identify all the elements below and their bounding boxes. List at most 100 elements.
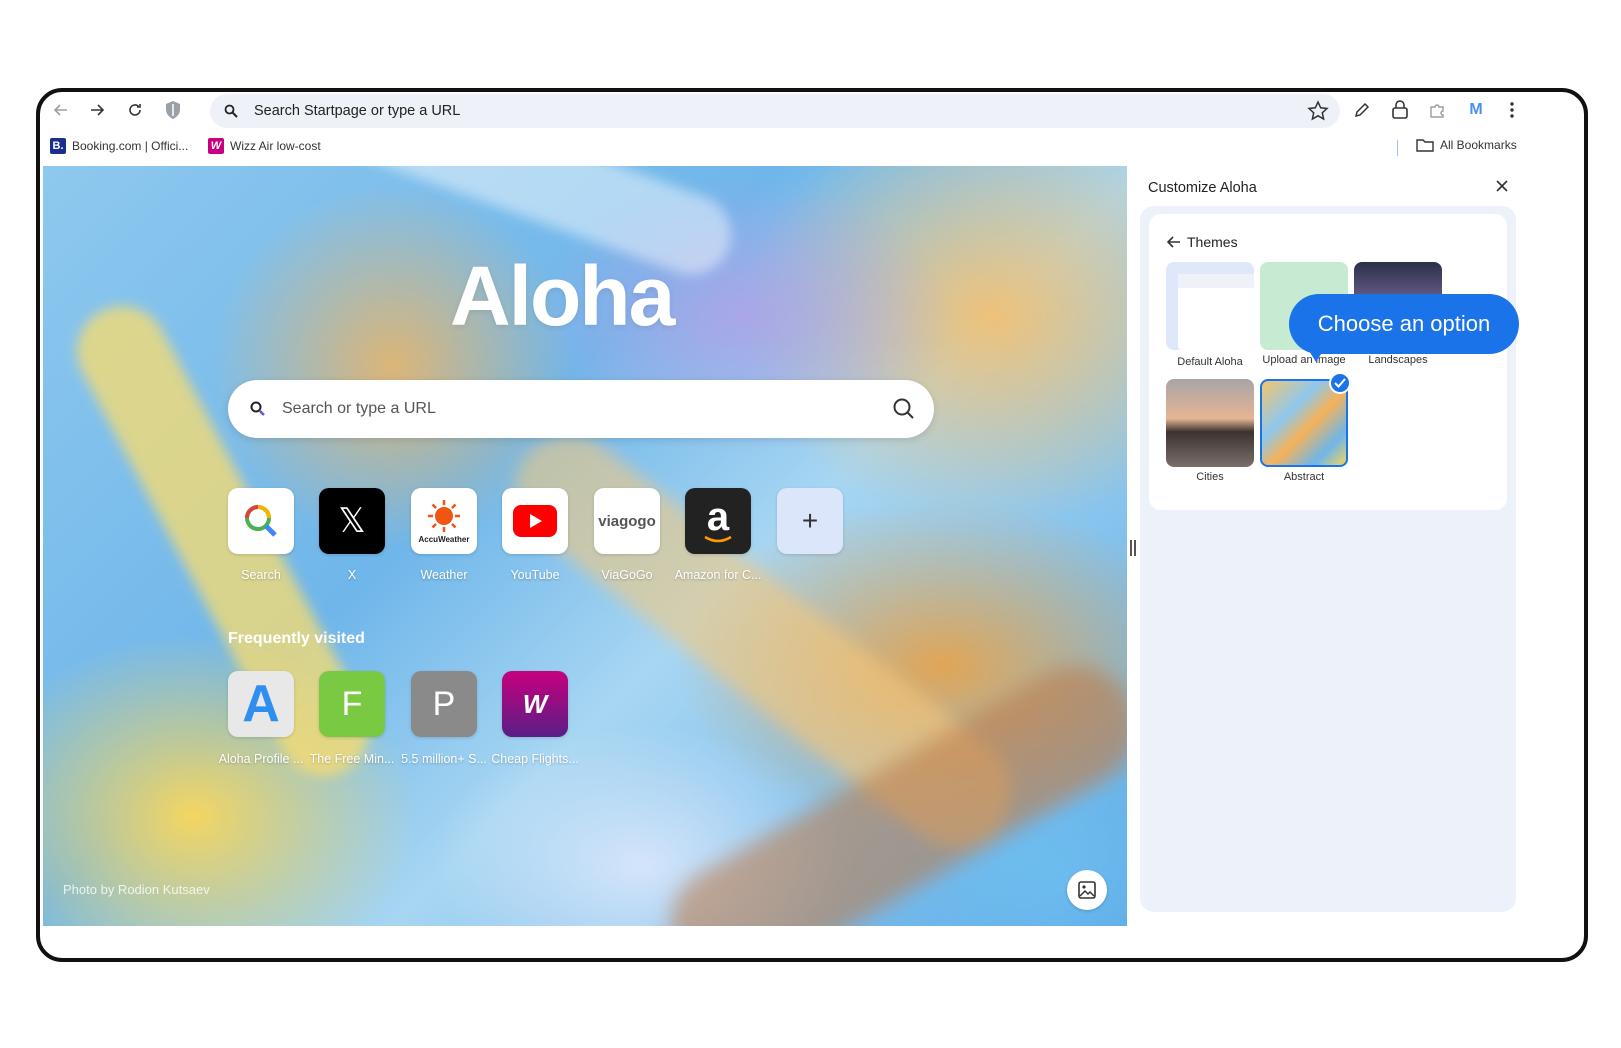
amazon-smile-icon (704, 535, 732, 543)
bookmarks-bar: B. Booking.com | Offici... W Wizz Air lo… (40, 132, 1584, 162)
shortcut-label: Weather (420, 568, 468, 582)
all-bookmarks-label: All Bookmarks (1440, 138, 1517, 152)
letter-f-icon: F (341, 684, 363, 723)
search-magnifier-icon (245, 505, 277, 537)
menu-button[interactable] (1498, 96, 1526, 124)
shortcut-label: ViaGoGo (601, 568, 653, 582)
arrow-left-icon (1167, 236, 1180, 248)
photo-credit[interactable]: Photo by Rodion Kutsaev (63, 882, 210, 897)
pencil-icon (1354, 102, 1370, 118)
frequent-label: Aloha Profile ... (218, 752, 304, 766)
toolbar: Search Startpage or type a URL M (40, 92, 1584, 130)
tooltip-pointer (1306, 346, 1326, 362)
bookmark-label: Wizz Air low-cost (230, 139, 321, 153)
themes-card: Themes Default Aloha Upload an image Lan… (1149, 214, 1507, 510)
shortcut-label: X (347, 568, 357, 582)
image-icon (1078, 881, 1096, 899)
search-icon[interactable] (892, 397, 916, 421)
close-icon (1496, 180, 1508, 192)
ntp-search-box[interactable]: Search or type a URL (228, 380, 934, 438)
theme-label: Upload an image (1262, 354, 1346, 366)
shortcut-label: YouTube (510, 568, 560, 582)
bookmark-wizz-air[interactable]: W Wizz Air low-cost (208, 138, 321, 154)
star-icon (1307, 100, 1329, 121)
aloha-logo: Aloha (450, 249, 675, 343)
back-button[interactable] (46, 95, 76, 125)
reload-icon (129, 104, 141, 116)
shortcut-weather[interactable]: AccuWeather (411, 488, 477, 554)
puzzle-icon (1430, 104, 1444, 118)
accuweather-icon: AccuWeather (418, 534, 470, 544)
customize-side-panel: Customize Aloha Themes Default Aloha Upl… (1140, 166, 1552, 926)
lock-button[interactable] (1386, 96, 1414, 124)
booking-favicon-icon: B. (50, 138, 66, 154)
profile-avatar: M (1469, 101, 1483, 118)
frequently-visited-title: Frequently visited (228, 630, 365, 647)
close-side-panel-button[interactable] (1490, 174, 1514, 198)
themes-section-title: Themes (1187, 234, 1238, 250)
letter-p-icon: P (432, 684, 456, 723)
checkmark-icon (1334, 378, 1346, 388)
startpage-search-icon (248, 399, 268, 419)
theme-label: Cities (1196, 471, 1224, 483)
startpage-search-icon (222, 102, 240, 120)
theme-selected-check (1329, 372, 1351, 394)
shortcut-youtube[interactable] (502, 488, 568, 554)
new-tab-page: Aloha Search or type a URL Search 𝕏 X Ac… (43, 166, 1127, 926)
theme-label: Abstract (1283, 471, 1325, 483)
aloha-profile-icon: A (242, 675, 280, 733)
frequent-label: The Free Min... (309, 752, 395, 766)
shortcut-x[interactable]: 𝕏 (319, 488, 385, 554)
ntp-search-placeholder: Search or type a URL (282, 400, 436, 417)
bookmark-star-button[interactable] (1306, 99, 1330, 123)
all-bookmarks-button[interactable]: All Bookmarks (1416, 138, 1517, 152)
wizz-favicon-icon: W (208, 138, 224, 154)
themes-back-button[interactable]: Themes (1167, 234, 1238, 250)
bookmark-booking[interactable]: B. Booking.com | Offici... (50, 138, 188, 154)
theme-preview-toolbar (1178, 274, 1254, 288)
side-panel-title: Customize Aloha (1148, 180, 1257, 196)
shortcut-amazon[interactable]: a (685, 488, 751, 554)
bookmarks-separator (1397, 140, 1398, 156)
edit-button[interactable] (1348, 96, 1376, 124)
frequent-free-min[interactable]: F (319, 671, 385, 737)
theme-preview-window (1178, 274, 1254, 350)
shortcut-label: Search (241, 568, 281, 582)
viagogo-icon: viagogo (598, 512, 656, 530)
theme-default-aloha[interactable] (1166, 262, 1254, 350)
bookmark-label: Booking.com | Offici... (72, 139, 189, 153)
address-bar-text: Search Startpage or type a URL (254, 103, 461, 119)
profile-button[interactable]: M (1462, 96, 1490, 124)
forward-button[interactable] (82, 95, 112, 125)
extensions-button[interactable] (1424, 96, 1452, 124)
shortcut-viagogo[interactable]: viagogo (594, 488, 660, 554)
frequent-5-5-million[interactable]: P (411, 671, 477, 737)
customize-background-button[interactable] (1067, 870, 1107, 910)
frequent-aloha-profile[interactable]: A (228, 671, 294, 737)
theme-cities[interactable] (1166, 379, 1254, 467)
side-panel-resize-handle[interactable] (1130, 540, 1138, 556)
shield-icon (166, 101, 180, 119)
x-logo-icon: 𝕏 (338, 502, 366, 540)
browser-window: Search Startpage or type a URL M B. Book… (36, 88, 1588, 962)
address-bar[interactable]: Search Startpage or type a URL (210, 94, 1340, 128)
frequent-label: Cheap Flights... (491, 752, 579, 766)
frequent-label: 5.5 million+ S... (401, 752, 487, 766)
lock-icon (1392, 100, 1408, 119)
frequent-cheap-flights[interactable]: W (502, 671, 568, 737)
shortcut-search[interactable] (228, 488, 294, 554)
kebab-menu-icon (1510, 102, 1514, 118)
add-shortcut-button[interactable]: + (777, 488, 843, 554)
folder-icon (1416, 139, 1434, 152)
youtube-icon (513, 505, 557, 537)
arrow-left-icon (53, 104, 67, 116)
choose-option-tooltip: Choose an option (1289, 294, 1519, 354)
theme-label: Landscapes (1368, 354, 1428, 366)
theme-label: Default Aloha (1177, 356, 1243, 368)
add-shortcut-icon: + (801, 505, 819, 536)
reload-button[interactable] (120, 95, 150, 125)
vpn-shield-button[interactable] (158, 95, 188, 125)
wizz-logo-icon: W (522, 688, 548, 719)
amazon-icon: a (706, 495, 730, 539)
shortcut-label: Amazon for C... (674, 568, 762, 582)
